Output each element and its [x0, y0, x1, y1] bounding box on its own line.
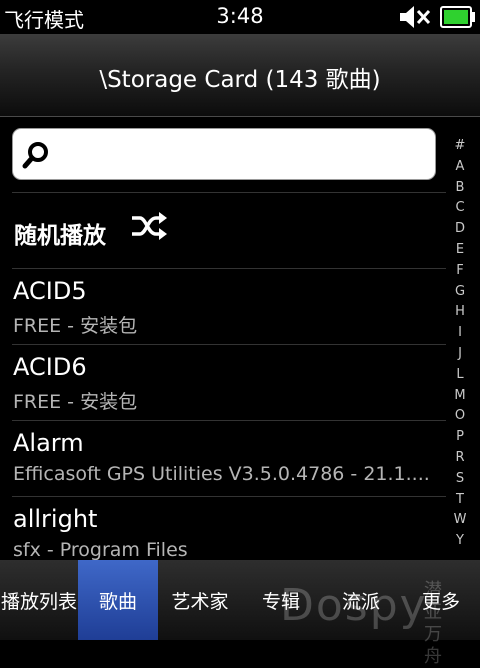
index-letter[interactable]: E: [448, 240, 472, 261]
header-bar: \Storage Card (143 歌曲): [0, 34, 480, 117]
search-input[interactable]: [59, 135, 429, 175]
battery-icon[interactable]: [440, 6, 476, 28]
song-title: allright: [13, 505, 98, 533]
index-letter[interactable]: S: [448, 469, 472, 490]
song-subtitle: sfx - Program Files: [13, 539, 188, 560]
index-letter[interactable]: I: [448, 323, 472, 344]
index-letter[interactable]: T: [448, 490, 472, 511]
index-letter[interactable]: #: [448, 136, 472, 157]
index-letter[interactable]: H: [448, 302, 472, 323]
watermark-sub-1: 潜亚: [424, 580, 442, 623]
index-letter[interactable]: D: [448, 219, 472, 240]
watermark-sub-2: 万舟: [424, 624, 442, 667]
index-letter[interactable]: C: [448, 198, 472, 219]
index-letter[interactable]: G: [448, 282, 472, 303]
speaker-muted-icon[interactable]: [398, 3, 432, 31]
song-subtitle: Efficasoft GPS Utilities V3.5.0.4786 - 2…: [13, 463, 430, 485]
list-item[interactable]: allright sfx - Program Files: [0, 497, 446, 560]
song-title: Alarm: [13, 429, 84, 457]
index-letter[interactable]: M: [448, 386, 472, 407]
index-letter[interactable]: Y: [448, 531, 472, 552]
search-box[interactable]: [12, 128, 436, 180]
page-title: \Storage Card (143 歌曲): [99, 67, 381, 93]
alphabet-index[interactable]: # A B C D E F G H I J L M O P R S T W Y: [448, 136, 472, 552]
song-title: ACID5: [13, 277, 87, 305]
list-item[interactable]: Alarm Efficasoft GPS Utilities V3.5.0.47…: [0, 421, 446, 497]
index-letter[interactable]: L: [448, 365, 472, 386]
search-icon[interactable]: [21, 140, 51, 170]
index-letter[interactable]: A: [448, 157, 472, 178]
index-letter[interactable]: P: [448, 427, 472, 448]
index-letter[interactable]: R: [448, 448, 472, 469]
shuffle-icon: [130, 211, 168, 241]
index-letter[interactable]: W: [448, 510, 472, 531]
index-letter[interactable]: J: [448, 344, 472, 365]
index-letter[interactable]: O: [448, 406, 472, 427]
index-letter[interactable]: F: [448, 261, 472, 282]
song-subtitle: FREE - 安装包: [13, 315, 138, 337]
tab-songs[interactable]: 歌曲: [78, 560, 158, 640]
list-item[interactable]: ACID6 FREE - 安装包: [0, 345, 446, 421]
status-bar: 飞行模式 3:48: [0, 0, 480, 34]
shuffle-label: 随机播放: [14, 223, 106, 249]
tab-playlists[interactable]: 播放列表: [0, 560, 78, 640]
shuffle-all-item[interactable]: 随机播放: [0, 193, 446, 269]
watermark-sub: 潜亚 万舟: [424, 580, 454, 668]
song-title: ACID6: [13, 353, 87, 381]
list-item[interactable]: ACID5 FREE - 安装包: [0, 269, 446, 345]
watermark: Dospy: [280, 580, 428, 631]
song-subtitle: FREE - 安装包: [13, 391, 138, 413]
index-letter[interactable]: B: [448, 178, 472, 199]
tab-artists[interactable]: 艺术家: [158, 560, 242, 640]
